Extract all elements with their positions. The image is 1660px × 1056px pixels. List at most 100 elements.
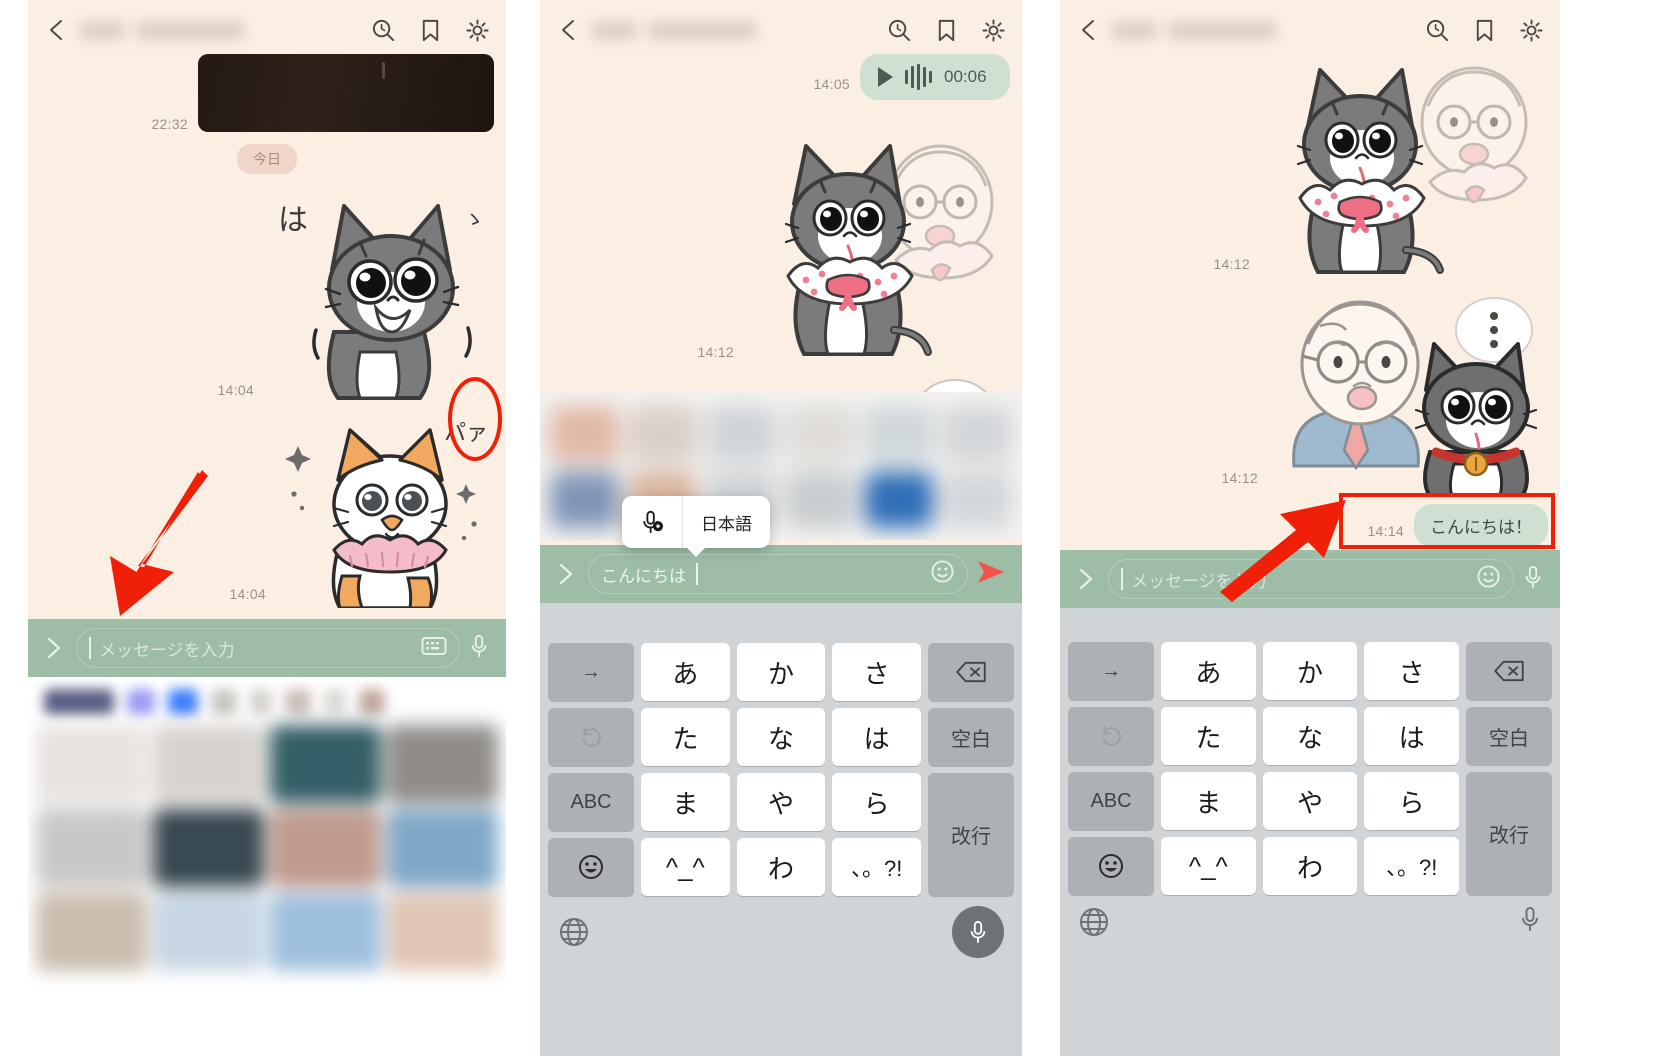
- ime-language-option[interactable]: 日本語: [682, 496, 770, 548]
- chevron-left-icon[interactable]: [1076, 17, 1102, 43]
- keyboard-rows[interactable]: → あ か さ た な は 空白 ABC ま や ら 改行 ^_^ わ 、。?!: [1060, 642, 1560, 895]
- message-sticker-cat-oldman[interactable]: 14:12: [1060, 52, 1560, 282]
- ime-suggestion-strip-blurred[interactable]: [540, 392, 1022, 540]
- bookmark-icon[interactable]: [934, 18, 959, 43]
- key-kaomoji[interactable]: ^_^: [641, 838, 730, 896]
- key-abc[interactable]: ABC: [548, 773, 634, 831]
- key-sa[interactable]: さ: [1364, 642, 1460, 700]
- microphone-icon[interactable]: [468, 633, 490, 664]
- key-ka[interactable]: か: [1262, 642, 1358, 700]
- key-undo[interactable]: [1068, 707, 1154, 765]
- message-voice[interactable]: 14:05 00:06: [540, 54, 1022, 100]
- key-na[interactable]: な: [736, 708, 826, 766]
- microphone-icon[interactable]: [1518, 905, 1542, 938]
- key-ta[interactable]: た: [1161, 707, 1256, 765]
- search-clock-icon[interactable]: [1425, 18, 1450, 43]
- sent-message-bubble[interactable]: こんにちは！: [1414, 504, 1548, 547]
- key-undo[interactable]: [548, 708, 634, 766]
- chat-messages-1[interactable]: 22:32 今日 14:04 は ゝ 14:04 パァ: [28, 54, 506, 608]
- chevron-left-icon[interactable]: [44, 17, 70, 43]
- japanese-keyboard-3[interactable]: → あ か さ た な は 空白 ABC ま や ら 改行 ^_^ わ 、。?!: [1060, 608, 1560, 1056]
- key-ra[interactable]: ら: [832, 773, 922, 831]
- play-icon[interactable]: [878, 67, 893, 87]
- message-input-bar-3[interactable]: メッセージを入力: [1060, 550, 1560, 608]
- key-space[interactable]: 空白: [1466, 707, 1553, 765]
- key-abc[interactable]: ABC: [1068, 772, 1154, 830]
- microphone-icon[interactable]: [952, 906, 1004, 958]
- smiley-icon[interactable]: [1476, 564, 1501, 594]
- message-video[interactable]: 22:32: [28, 54, 506, 132]
- search-clock-icon[interactable]: [371, 18, 396, 43]
- message-input-field-3[interactable]: メッセージを入力: [1108, 559, 1514, 599]
- smiley-icon[interactable]: [930, 559, 955, 589]
- gear-icon[interactable]: [981, 18, 1006, 43]
- keyboard-rows[interactable]: → あ か さ た な は 空白 ABC ま や ら 改行 ^_^ わ 、。?!: [540, 643, 1022, 896]
- chevron-right-icon[interactable]: [1070, 566, 1100, 592]
- sticker-tray-blurred[interactable]: [28, 677, 506, 1056]
- gray-cat-with-frill-collar-and-old-man-sticker[interactable]: [1260, 52, 1548, 282]
- key-ma[interactable]: ま: [1161, 772, 1256, 830]
- gray-cat-with-frill-collar-and-old-man-sticker[interactable]: [744, 124, 1010, 368]
- key-ya[interactable]: や: [736, 773, 826, 831]
- key-wa[interactable]: わ: [1262, 837, 1358, 895]
- globe-icon[interactable]: [558, 916, 590, 948]
- message-input-field-1[interactable]: メッセージを入力: [76, 628, 460, 668]
- key-space[interactable]: 空白: [928, 708, 1015, 766]
- key-ma[interactable]: ま: [641, 773, 730, 831]
- chat-header-2: [540, 0, 1022, 60]
- bookmark-icon[interactable]: [418, 18, 443, 43]
- ime-language-popup[interactable]: 日本語: [622, 496, 770, 548]
- key-kaomoji[interactable]: ^_^: [1161, 837, 1256, 895]
- message-sticker-gray-cat[interactable]: 14:04 は ゝ: [28, 182, 506, 404]
- keyboard-icon[interactable]: [421, 636, 447, 661]
- gray-cat-surprised-sticker[interactable]: は ゝ: [264, 182, 494, 404]
- message-sticker-cat-oldman[interactable]: 14:12: [540, 124, 1022, 368]
- key-wa[interactable]: わ: [736, 838, 826, 896]
- emoji-icon[interactable]: [548, 838, 634, 896]
- key-punct[interactable]: 、。?!: [1364, 837, 1460, 895]
- old-man-with-cat-and-dots-sticker[interactable]: [1268, 286, 1548, 496]
- key-arrow-right[interactable]: →: [548, 643, 634, 701]
- key-na[interactable]: な: [1262, 707, 1358, 765]
- emoji-icon[interactable]: [1068, 837, 1154, 895]
- key-ra[interactable]: ら: [1364, 772, 1460, 830]
- bookmark-icon[interactable]: [1472, 18, 1497, 43]
- key-punct[interactable]: 、。?!: [832, 838, 922, 896]
- orange-white-cat-frill-sticker[interactable]: パァ: [276, 408, 494, 608]
- chat-messages-3[interactable]: 14:12 14:12 14:14 こんにちは！: [1060, 52, 1560, 547]
- key-ha[interactable]: は: [832, 708, 922, 766]
- message-input-field-2[interactable]: こんにちは: [588, 554, 968, 594]
- key-enter[interactable]: 改行: [928, 773, 1014, 896]
- japanese-keyboard-2[interactable]: → あ か さ た な は 空白 ABC ま や ら 改行 ^_^ わ 、。?!: [540, 603, 1022, 1056]
- message-text-sent[interactable]: 14:14 こんにちは！: [1060, 504, 1560, 547]
- key-enter[interactable]: 改行: [1466, 772, 1552, 895]
- sticker-tray-grid[interactable]: [28, 721, 506, 975]
- microphone-icon[interactable]: [1522, 564, 1544, 595]
- video-thumbnail[interactable]: [198, 54, 494, 132]
- key-sa[interactable]: さ: [832, 643, 922, 701]
- search-clock-icon[interactable]: [887, 18, 912, 43]
- voice-message-bubble[interactable]: 00:06: [860, 54, 1010, 100]
- gear-icon[interactable]: [1519, 18, 1544, 43]
- key-ta[interactable]: た: [641, 708, 730, 766]
- message-input-bar-1[interactable]: メッセージを入力: [28, 619, 506, 677]
- key-ha[interactable]: は: [1364, 707, 1460, 765]
- key-arrow-right[interactable]: →: [1068, 642, 1154, 700]
- chevron-right-icon[interactable]: [38, 635, 68, 661]
- gear-icon[interactable]: [465, 18, 490, 43]
- key-a[interactable]: あ: [1161, 642, 1256, 700]
- message-sticker-orange-cat[interactable]: 14:04 パァ: [28, 408, 506, 608]
- message-input-bar-2[interactable]: こんにちは: [540, 545, 1022, 603]
- message-sticker-oldman-cat[interactable]: 14:12: [1060, 286, 1560, 496]
- send-icon[interactable]: [976, 559, 1006, 590]
- key-ka[interactable]: か: [736, 643, 826, 701]
- chevron-left-icon[interactable]: [556, 17, 582, 43]
- chevron-right-icon[interactable]: [550, 561, 580, 587]
- key-a[interactable]: あ: [641, 643, 730, 701]
- key-ya[interactable]: や: [1262, 772, 1358, 830]
- microphone-settings-icon[interactable]: [622, 496, 682, 548]
- globe-icon[interactable]: [1078, 906, 1110, 938]
- sticker-tray-tabs[interactable]: [28, 677, 506, 721]
- delete-icon[interactable]: [928, 643, 1015, 701]
- delete-icon[interactable]: [1466, 642, 1553, 700]
